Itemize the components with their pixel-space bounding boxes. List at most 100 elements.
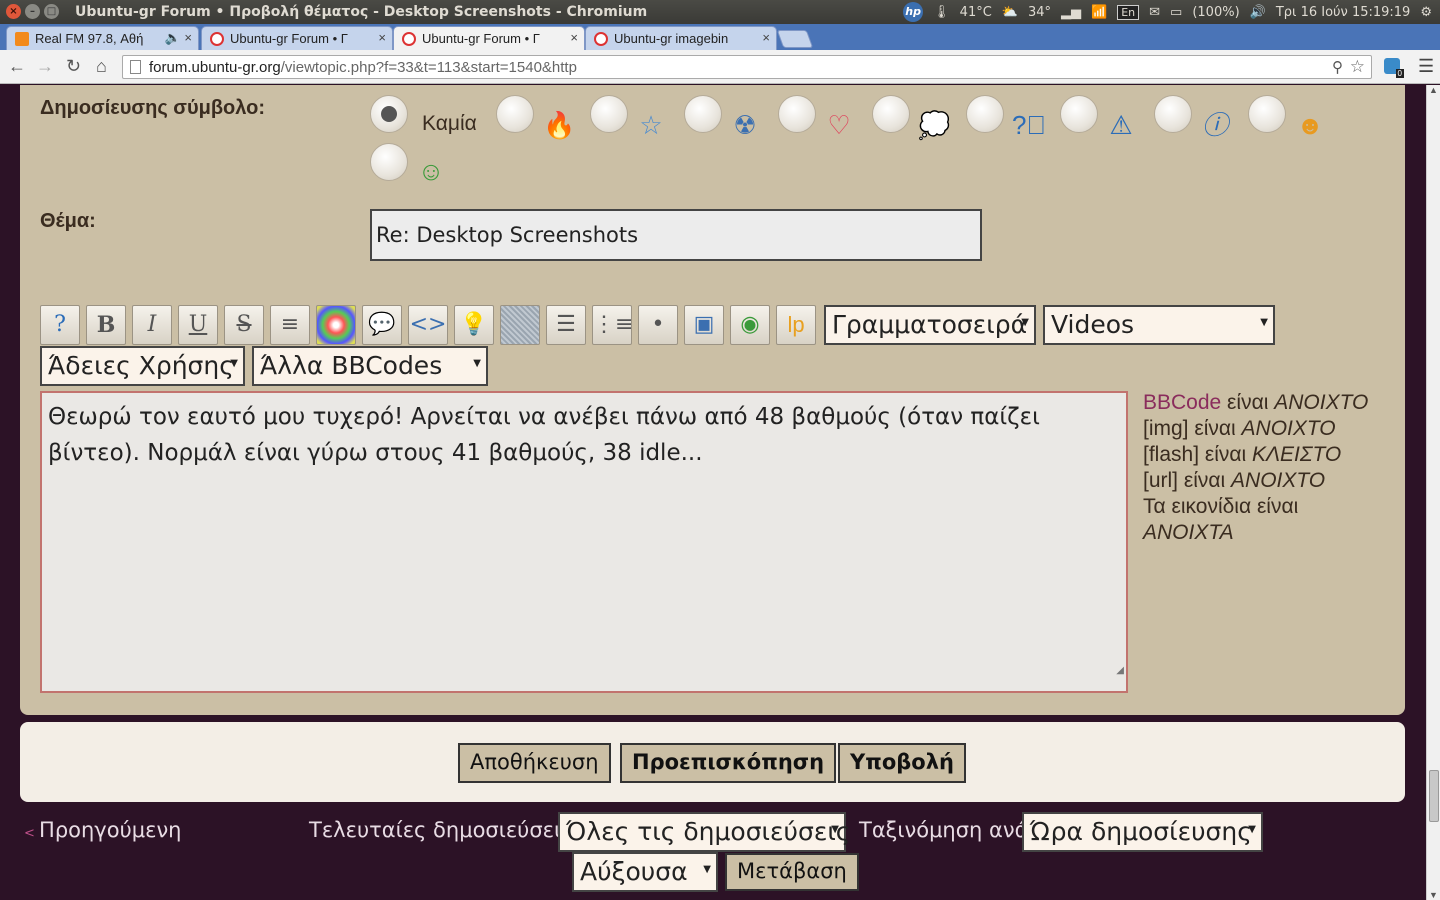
preview-button[interactable]: Προεπισκόπηση bbox=[620, 743, 837, 783]
strike-button[interactable]: S bbox=[224, 305, 264, 345]
scroll-down-icon[interactable]: ▼ bbox=[1429, 890, 1438, 900]
window-title: Ubuntu-gr Forum • Προβολή θέματος - Desk… bbox=[75, 4, 648, 20]
tab-real-fm[interactable]: Real FM 97.8, Αθή 🔈 × bbox=[6, 26, 199, 50]
battery-icon[interactable]: ▭ bbox=[1170, 5, 1182, 20]
list-icon[interactable]: ☰ bbox=[546, 305, 586, 345]
web-image-icon[interactable]: ◉ bbox=[730, 305, 770, 345]
new-tab-button[interactable] bbox=[776, 30, 814, 48]
numbered-list-icon[interactable]: ⋮≡ bbox=[592, 305, 633, 345]
info-icon: ⓘ bbox=[1201, 110, 1228, 140]
icon-radio-radioactive[interactable] bbox=[684, 95, 722, 133]
color-wheel-icon[interactable] bbox=[316, 305, 356, 345]
window-titlebar: × – □ Ubuntu-gr Forum • Προβολή θέματος … bbox=[0, 0, 1440, 24]
close-window-button[interactable]: × bbox=[6, 4, 21, 19]
scroll-up-icon[interactable]: ▲ bbox=[1429, 85, 1438, 95]
extension-icon[interactable]: 0 bbox=[1384, 58, 1404, 78]
message-textarea[interactable]: Θεωρώ τον εαυτό μου τυχερό! Αρνείται να … bbox=[40, 391, 1128, 693]
subject-input[interactable]: Re: Desktop Screenshots bbox=[370, 209, 982, 261]
save-button[interactable]: Αποθήκευση bbox=[458, 743, 611, 783]
hp-logo-icon[interactable]: hp bbox=[903, 2, 924, 22]
justify-icon[interactable]: ≡ bbox=[270, 305, 310, 345]
maximize-window-button[interactable]: □ bbox=[44, 4, 59, 19]
quote-icon[interactable]: 💬 bbox=[362, 305, 402, 345]
underline-button[interactable]: U bbox=[178, 305, 218, 345]
close-tab-icon[interactable]: × bbox=[762, 30, 770, 45]
battery-level[interactable]: (100%) bbox=[1192, 5, 1239, 20]
wifi-icon[interactable]: 📶 bbox=[1091, 5, 1107, 20]
smile-icon: ☻ bbox=[1296, 110, 1324, 140]
zoom-icon[interactable]: ⚲ bbox=[1332, 58, 1343, 76]
close-tab-icon[interactable]: × bbox=[378, 30, 386, 45]
clock[interactable]: Τρι 16 Ιούν 15:19:19 bbox=[1276, 5, 1411, 20]
cpu-temp[interactable]: 41°C bbox=[960, 5, 992, 20]
italic-button[interactable]: I bbox=[132, 305, 172, 345]
icon-radio-heart[interactable] bbox=[778, 95, 816, 133]
bbcode-link[interactable]: BBCode bbox=[1143, 391, 1221, 414]
weather-icon[interactable]: ⛅ bbox=[1002, 5, 1018, 20]
sort-by-select[interactable]: Ώρα δημοσίευσης ▼ bbox=[1022, 812, 1263, 852]
heart-icon: ♡ bbox=[827, 110, 851, 140]
post-form-panel: Δημοσίευσης σύμβολο: Καμία 🔥 ☆ ☢ ♡ 💭 ?⃝ … bbox=[20, 85, 1405, 715]
license-select[interactable]: Άδειες Χρήσης ▼ bbox=[40, 346, 245, 386]
system-tray: hp 🌡 41°C ⛅ 34° ▂▅ 📶 En ✉ ▭ (100%) 🔊 Τρι… bbox=[903, 0, 1440, 24]
icon-radio-star[interactable] bbox=[590, 95, 628, 133]
order-select[interactable]: Αύξουσα ▼ bbox=[572, 852, 718, 892]
page-icon bbox=[130, 60, 141, 74]
code-icon[interactable]: <> bbox=[408, 305, 448, 345]
icon-radio-smile[interactable] bbox=[1248, 95, 1286, 133]
bold-button[interactable]: B bbox=[86, 305, 126, 345]
tab-ubuntu-forum-active[interactable]: Ubuntu-gr Forum • Γ × bbox=[393, 26, 585, 50]
close-tab-icon[interactable]: × bbox=[570, 30, 578, 45]
menu-icon[interactable]: ☰ bbox=[1418, 56, 1434, 77]
close-tab-icon[interactable]: 🔈 × bbox=[165, 30, 192, 46]
resize-handle-icon[interactable]: ◢ bbox=[1116, 653, 1124, 689]
weather-temp[interactable]: 34° bbox=[1028, 5, 1051, 20]
gear-icon[interactable]: ⚙ bbox=[1420, 5, 1432, 20]
videos-select[interactable]: Videos ▼ bbox=[1043, 305, 1275, 345]
none-label: Καμία bbox=[422, 112, 477, 135]
icon-radio-fire[interactable] bbox=[496, 95, 534, 133]
back-icon[interactable]: ← bbox=[8, 56, 26, 77]
help-icon[interactable]: ? bbox=[40, 305, 80, 345]
bookmark-star-icon[interactable]: ☆ bbox=[1350, 57, 1365, 77]
recent-posts-label: Τελευταίες δημοσιεύσεις: bbox=[309, 818, 581, 842]
font-select[interactable]: Γραμματοσειρά ▼ bbox=[824, 305, 1036, 345]
forward-icon[interactable]: → bbox=[36, 56, 54, 77]
icon-radio-warning[interactable] bbox=[1060, 95, 1098, 133]
ubuntu-icon bbox=[594, 32, 608, 46]
go-button[interactable]: Μετάβαση bbox=[725, 853, 859, 891]
keyboard-layout[interactable]: En bbox=[1117, 4, 1140, 20]
system-monitor-icon[interactable]: ▂▅ bbox=[1061, 5, 1081, 20]
url-text[interactable]: forum.ubuntu-gr.org/viewtopic.php?f=33&t… bbox=[149, 59, 577, 76]
star-icon: ☆ bbox=[639, 110, 663, 140]
tab-label: Real FM 97.8, Αθή bbox=[35, 31, 144, 46]
reload-icon[interactable]: ↻ bbox=[66, 56, 81, 77]
address-bar[interactable]: forum.ubuntu-gr.org/viewtopic.php?f=33&t… bbox=[122, 55, 1372, 79]
icon-radio-question[interactable] bbox=[966, 95, 1004, 133]
recent-posts-select[interactable]: Όλες τις δημοσιεύσεις ▼ bbox=[558, 812, 851, 852]
spoiler-icon[interactable] bbox=[500, 305, 540, 345]
icon-radio-grin[interactable] bbox=[370, 143, 408, 181]
lp-icon[interactable]: lp bbox=[776, 305, 816, 345]
page-content: Δημοσίευσης σύμβολο: Καμία 🔥 ☆ ☢ ♡ 💭 ?⃝ … bbox=[0, 85, 1426, 900]
tab-strip: Real FM 97.8, Αθή 🔈 × Ubuntu-gr Forum • … bbox=[0, 24, 1440, 50]
mail-icon[interactable]: ✉ bbox=[1149, 5, 1160, 20]
page-scrollbar[interactable]: ▲ ▼ bbox=[1426, 85, 1440, 900]
previous-link[interactable]: < Προηγούμενη bbox=[24, 818, 182, 842]
tab-imagebin[interactable]: Ubuntu-gr imagebin × bbox=[585, 26, 777, 50]
volume-icon[interactable]: 🔊 bbox=[1250, 5, 1266, 20]
fire-icon: 🔥 bbox=[543, 110, 576, 140]
list-item-icon[interactable]: • bbox=[638, 305, 678, 345]
lightbulb-icon[interactable]: 💡 bbox=[454, 305, 494, 345]
tab-ubuntu-forum-1[interactable]: Ubuntu-gr Forum • Γ × bbox=[201, 26, 393, 50]
home-icon[interactable]: ⌂ bbox=[96, 56, 107, 77]
thermometer-icon[interactable]: 🌡 bbox=[933, 5, 950, 20]
minimize-window-button[interactable]: – bbox=[25, 4, 40, 19]
image-icon[interactable]: ▣ bbox=[684, 305, 724, 345]
icon-radio-none[interactable] bbox=[370, 95, 408, 133]
other-bbcodes-select[interactable]: Άλλα BBCodes ▼ bbox=[252, 346, 488, 386]
icon-radio-info[interactable] bbox=[1154, 95, 1192, 133]
icon-radio-speech[interactable] bbox=[872, 95, 910, 133]
submit-button[interactable]: Υποβολή bbox=[838, 743, 966, 783]
scrollbar-thumb[interactable] bbox=[1429, 770, 1439, 822]
